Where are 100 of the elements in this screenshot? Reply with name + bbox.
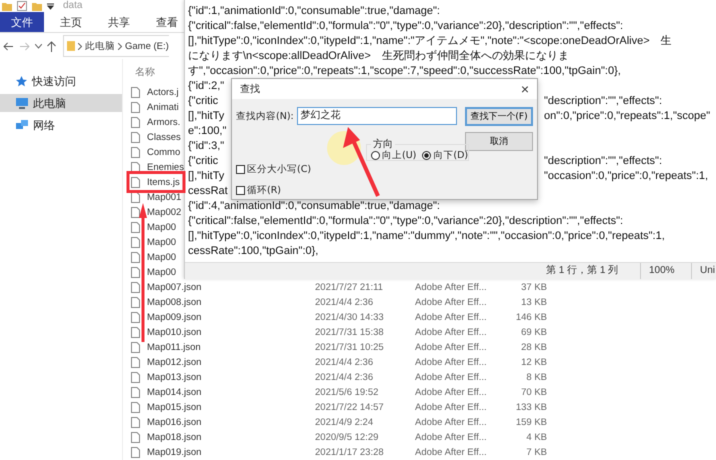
file-name[interactable]: Actors.j [147,87,179,98]
file-name[interactable]: Map012.json [147,357,202,368]
file-size: 7 KB [526,447,547,458]
text-line: on":0,"price":0,"repeats":1,"scope" [544,109,710,124]
file-name[interactable]: Map00 [147,252,176,263]
file-date: 2021/4/30 14:33 [315,312,384,323]
back-icon[interactable] [3,42,14,50]
file-name[interactable]: Map015.json [147,402,202,413]
text-line: cessRate":100,"tpGain":0}, [188,245,318,257]
dialog-button[interactable]: 查找下一个(F) [465,107,533,126]
checkbox-label[interactable]: 循环(R) [247,184,282,197]
file-date: 2021/7/31 10:25 [315,342,384,353]
file-name[interactable]: Map001 [147,192,182,203]
file-size: 133 KB [516,402,547,413]
file-icon [131,402,140,413]
file-size: 159 KB [516,417,547,428]
checkbox[interactable] [236,165,245,174]
file-icon [131,102,140,113]
file-type: Adobe After Eff... [415,387,487,398]
text-line: {"id":4,"animationId":0,"consumable":true,"damage": [188,200,440,212]
file-icon [131,222,140,233]
file-name[interactable]: Map019.json [147,447,202,458]
checkbox-icon[interactable] [17,1,27,11]
file-name[interactable]: Map010.json [147,327,202,338]
ribbon-tab[interactable]: 文件 [0,12,44,32]
text-line: になります\n<scope:allDeadOrAlive> 生死問わず仲間全体への効果になりま [188,50,569,62]
file-name[interactable]: Classes [147,132,181,143]
file-name[interactable]: Map007.json [147,282,202,293]
file-icon [131,87,140,98]
file-name[interactable]: Map00 [147,267,176,278]
dropdown-icon[interactable] [47,2,54,10]
file-name[interactable]: Commo [147,147,180,158]
file-icon [131,252,140,263]
checkbox-label[interactable]: 区分大小写(C) [247,163,312,176]
dialog-button[interactable]: 取消 [465,132,533,151]
encoding-label: Uni [690,263,716,279]
file-date: 2021/1/17 23:28 [315,447,384,458]
chevron-right-icon [78,42,82,50]
nav-item[interactable]: 此电脑 [0,94,122,112]
file-size: 4 KB [526,432,547,443]
file-size: 146 KB [516,312,547,323]
file-size: 28 KB [521,342,547,353]
close-button[interactable]: × [513,79,537,99]
file-name[interactable]: Animati [147,102,179,113]
file-type: Adobe After Eff... [415,342,487,353]
file-name[interactable]: Enemies [147,162,184,173]
file-type: Adobe After Eff... [415,282,487,293]
file-icon [131,132,140,143]
chevron-down-icon[interactable] [35,44,42,48]
file-name[interactable]: Map016.json [147,417,202,428]
text-line: {"critical":false,"elementId":0,"formula":"0","type":0,"variance":20},"description":"","effects": [188,215,624,227]
checkbox[interactable] [236,186,245,195]
file-size: 8 KB [526,372,547,383]
radio-button[interactable] [371,151,380,160]
file-name[interactable]: Armors. [147,117,180,128]
text-line: {"critic [188,95,218,107]
file-type: Adobe After Eff... [415,297,487,308]
file-icon [131,327,140,338]
cursor-position: 第 1 行，第 1 列 [544,264,620,278]
find-label: 查找内容(N): [236,110,294,122]
text-line: {"critic [188,155,218,167]
file-name[interactable]: Map014.json [147,387,202,398]
file-name[interactable]: Map008.json [147,297,202,308]
file-name[interactable]: Map009.json [147,312,202,323]
nav-item[interactable]: 快速访问 [0,72,122,90]
folder-icon [67,41,75,51]
file-icon [131,237,140,248]
file-icon [131,297,140,308]
text-line: [],"hitTy [188,170,224,182]
chevron-right-icon [118,42,122,50]
file-type: Adobe After Eff... [415,402,487,413]
radio-label[interactable]: 向上(U) [382,149,416,162]
text-line: [],"hitType":0,"iconIndex":0,"itypeId":1,"name":"アイテムメモ","note":"<scope:oneDeadOrAlive> 生 [188,35,672,47]
address-bar[interactable]: 此电脑 Game (E:) [63,35,169,57]
file-name[interactable]: Map013.json [147,372,202,383]
file-name[interactable]: Map00 [147,237,176,248]
file-type: Adobe After Eff... [415,417,487,428]
text-line: {"id":3," [188,140,224,152]
file-type: Adobe After Eff... [415,327,487,338]
nav-item[interactable]: 网络 [0,116,122,134]
file-name[interactable]: Items.js [147,177,180,188]
column-header[interactable]: 名称 [135,65,155,79]
file-icon [131,432,140,443]
dialog-title: 查找 [240,82,260,96]
file-date: 2021/4/9 2:24 [315,417,374,428]
up-icon[interactable] [47,40,56,52]
find-field[interactable]: 梦幻之花 [296,107,457,125]
file-name[interactable]: Map018.json [147,432,202,443]
file-icon [131,207,140,218]
file-name[interactable]: Map002 [147,207,182,218]
file-name[interactable]: Map011.json [147,342,201,353]
radio-label[interactable]: 向下(D) [433,149,468,162]
text-line: {"id":1,"animationId":0,"consumable":true,"damage": [188,5,440,17]
highlight-frame [126,171,186,193]
network-icon [16,120,28,130]
file-name[interactable]: Map00 [147,222,176,233]
file-icon [131,267,140,278]
text-line: "description":"","effects": [544,154,662,169]
file-icon [131,387,140,398]
radio-button[interactable] [422,151,432,160]
